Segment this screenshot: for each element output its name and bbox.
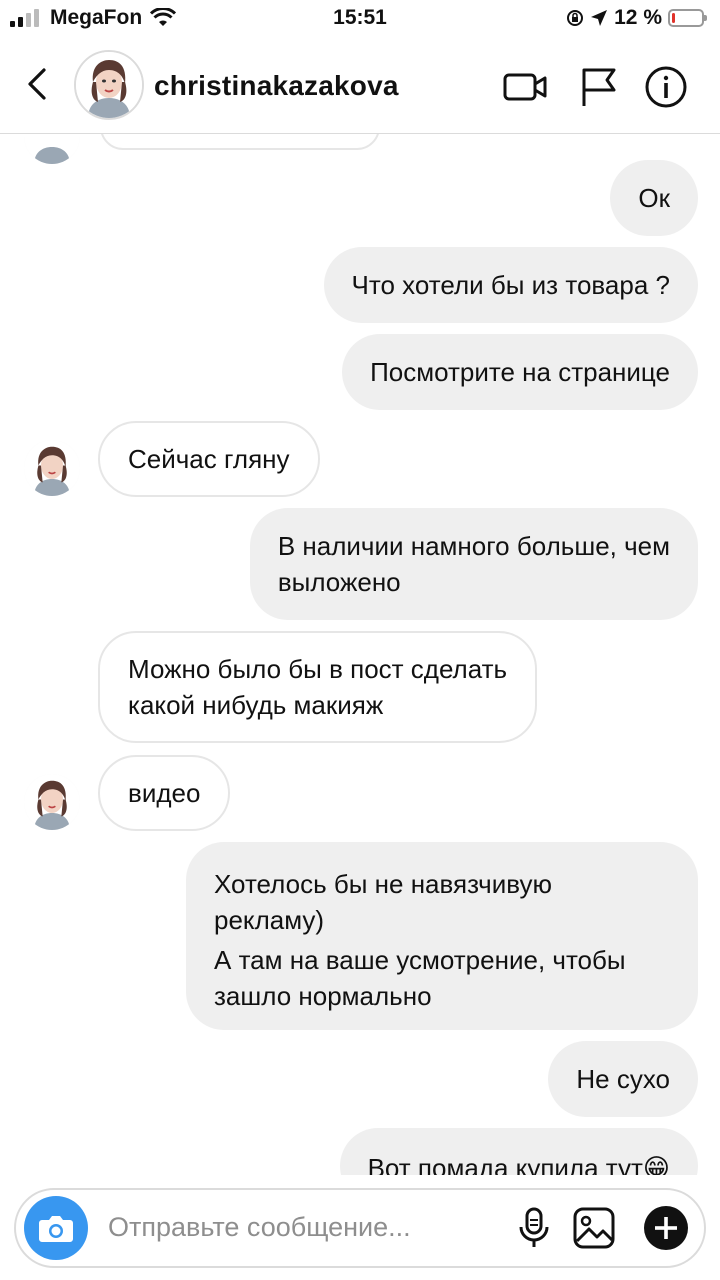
profile-avatar[interactable]	[74, 50, 144, 120]
clock: 15:51	[333, 6, 387, 29]
message-text: Вот помада купила тут😁	[367, 1153, 670, 1175]
incoming-message[interactable]: видео	[98, 755, 231, 831]
incoming-message[interactable]: Сейчас гляну	[98, 421, 320, 497]
message-text: Посмотрите на странице	[370, 357, 670, 387]
chat-header: christinakazakova	[0, 36, 720, 134]
battery-percent: 12 %	[614, 6, 662, 29]
outgoing-message[interactable]: Посмотрите на странице	[342, 334, 698, 410]
message-input[interactable]: Отправьте сообщение...	[108, 1212, 411, 1243]
sender-avatar	[24, 134, 80, 164]
battery-icon	[668, 9, 707, 27]
message-text: Хотелось бы не навязчивую	[214, 869, 552, 899]
status-bar: MegaFon 15:51 12 %	[0, 0, 720, 36]
message-text: рекламу)	[214, 905, 325, 935]
location-icon	[591, 10, 608, 26]
chat-username[interactable]: christinakazakova	[154, 70, 399, 102]
avatar-illustration	[76, 52, 142, 118]
message-bubble-partial	[100, 134, 380, 150]
camera-button[interactable]	[24, 1196, 88, 1260]
message-text: зашло нормально	[214, 981, 432, 1011]
message-text: Ок	[638, 183, 670, 213]
sender-avatar[interactable]	[24, 440, 80, 496]
message-text: какой нибудь макияж	[128, 690, 384, 720]
outgoing-message[interactable]: Не сухо	[548, 1041, 698, 1117]
orientation-lock-icon	[567, 10, 584, 26]
outgoing-message[interactable]: Вот помада купила тут😁	[339, 1128, 698, 1175]
message-text: Не сухо	[576, 1064, 670, 1094]
camera-icon	[39, 1216, 73, 1242]
back-icon[interactable]	[22, 64, 56, 104]
battery-fill	[672, 13, 675, 23]
message-text: В наличии намного больше, чем	[277, 531, 670, 561]
microphone-icon[interactable]	[512, 1206, 556, 1250]
message-text: Что хотели бы из товара ?	[351, 270, 671, 300]
sender-avatar[interactable]	[24, 774, 80, 830]
gallery-icon[interactable]	[572, 1206, 616, 1250]
info-icon[interactable]	[643, 64, 689, 110]
flag-icon[interactable]	[576, 64, 622, 110]
outgoing-message[interactable]: Хотелось бы не навязчивую рекламу) А там…	[186, 842, 698, 1030]
outgoing-message[interactable]: В наличии намного больше, чем выложено	[249, 508, 698, 620]
message-text: Можно было бы в пост сделать	[128, 654, 508, 684]
incoming-message[interactable]: Можно было бы в пост сделать какой нибуд…	[98, 631, 538, 743]
outgoing-message[interactable]: Ок	[610, 160, 698, 236]
message-text: Сейчас гляну	[128, 444, 290, 474]
message-text: видео	[128, 778, 201, 808]
message-list[interactable]: Ок Что хотели бы из товара ? Посмотрите …	[0, 134, 720, 1175]
video-call-icon[interactable]	[502, 64, 548, 110]
plus-icon[interactable]	[642, 1204, 690, 1252]
message-text: А там на ваше усмотрение, чтобы	[214, 945, 626, 975]
message-text: выложено	[277, 567, 401, 597]
outgoing-message[interactable]: Что хотели бы из товара ?	[323, 247, 698, 323]
message-composer: Отправьте сообщение...	[14, 1188, 706, 1268]
